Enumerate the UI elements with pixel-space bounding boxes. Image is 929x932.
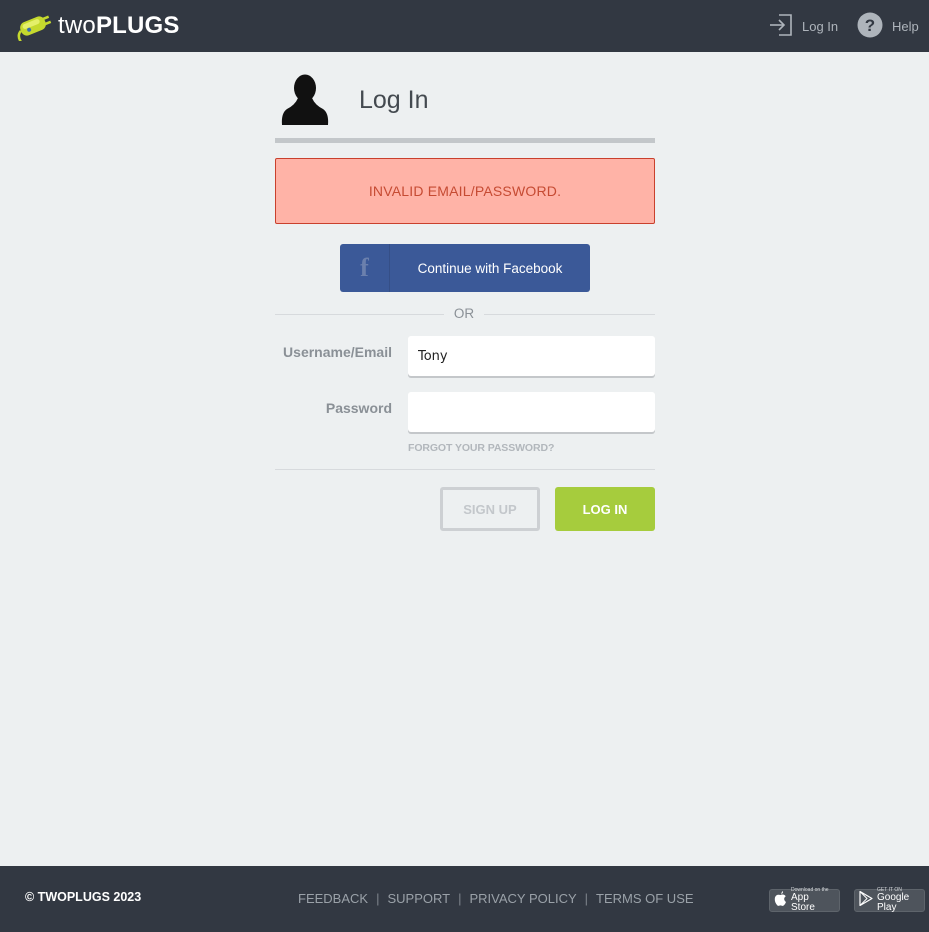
footer-separator: |: [458, 891, 462, 906]
or-line-left: [275, 314, 444, 315]
footer-link-terms[interactable]: TERMS OF USE: [596, 891, 694, 906]
footer-link-support[interactable]: SUPPORT: [387, 891, 450, 906]
log-in-label: LOG IN: [582, 501, 628, 517]
nav-help-link[interactable]: ? Help: [857, 0, 919, 52]
page-title: Log In: [359, 86, 429, 114]
footer-link-feedback[interactable]: FEEDBACK: [298, 891, 368, 906]
apple-icon: [774, 890, 787, 911]
footer-links: FEEDBACK | SUPPORT | PRIVACY POLICY | TE…: [298, 891, 694, 906]
error-alert: INVALID EMAIL/PASSWORD.: [275, 158, 655, 224]
google-play-big: Google Play: [877, 892, 910, 913]
nav-help-label: Help: [892, 18, 919, 34]
or-text: OR: [453, 306, 475, 321]
facebook-button-label: Continue with Facebook: [417, 260, 563, 276]
top-navbar: twoPLUGS Log In ? Help: [0, 0, 929, 52]
nav-login-link[interactable]: Log In: [769, 0, 838, 52]
form-divider: [275, 469, 655, 470]
help-question-icon: ?: [857, 12, 883, 41]
app-store-big: App Store: [791, 892, 815, 913]
footer-separator: |: [584, 891, 589, 906]
password-field[interactable]: [408, 392, 655, 432]
or-line-right: [484, 314, 655, 315]
login-header: Log In: [275, 72, 655, 138]
footer-separator: |: [376, 891, 380, 906]
brand-prefix: two: [58, 12, 96, 39]
google-play-badge[interactable]: GET IT ON Google Play: [854, 888, 925, 913]
forgot-password-link[interactable]: FORGOT YOUR PASSWORD?: [408, 442, 554, 454]
facebook-login-button[interactable]: f Continue with Facebook: [340, 244, 590, 292]
sign-up-label: SIGN UP: [463, 501, 517, 517]
copyright-text: © TWOPLUGS 2023: [25, 890, 142, 904]
brand-name: twoPLUGS: [58, 12, 180, 40]
facebook-icon-container: f: [340, 244, 390, 292]
brand-suffix: PLUGS: [95, 12, 180, 39]
password-label: Password: [325, 400, 392, 416]
google-play-text: GET IT ON Google Play: [877, 888, 920, 913]
log-in-button[interactable]: LOG IN: [555, 487, 655, 531]
google-play-icon: [859, 890, 873, 911]
title-divider: [275, 138, 655, 143]
facebook-icon: f: [360, 253, 369, 282]
username-label: Username/Email: [283, 344, 392, 360]
or-divider: OR: [275, 304, 655, 324]
app-store-text: Download on the App Store: [791, 888, 835, 913]
error-message: INVALID EMAIL/PASSWORD.: [368, 183, 562, 199]
footer-link-privacy[interactable]: PRIVACY POLICY: [469, 891, 576, 906]
sign-up-button[interactable]: SIGN UP: [440, 487, 540, 531]
svg-text:?: ?: [865, 16, 875, 35]
plug-logo-icon: [14, 11, 52, 41]
login-arrow-icon: [769, 13, 793, 40]
user-silhouette-icon: [281, 73, 329, 130]
nav-login-label: Log In: [802, 18, 839, 34]
footer: © TWOPLUGS 2023 FEEDBACK | SUPPORT | PRI…: [0, 866, 929, 932]
brand-logo[interactable]: twoPLUGS: [14, 10, 180, 42]
username-field[interactable]: [408, 336, 655, 376]
app-store-badge[interactable]: Download on the App Store: [769, 888, 840, 913]
